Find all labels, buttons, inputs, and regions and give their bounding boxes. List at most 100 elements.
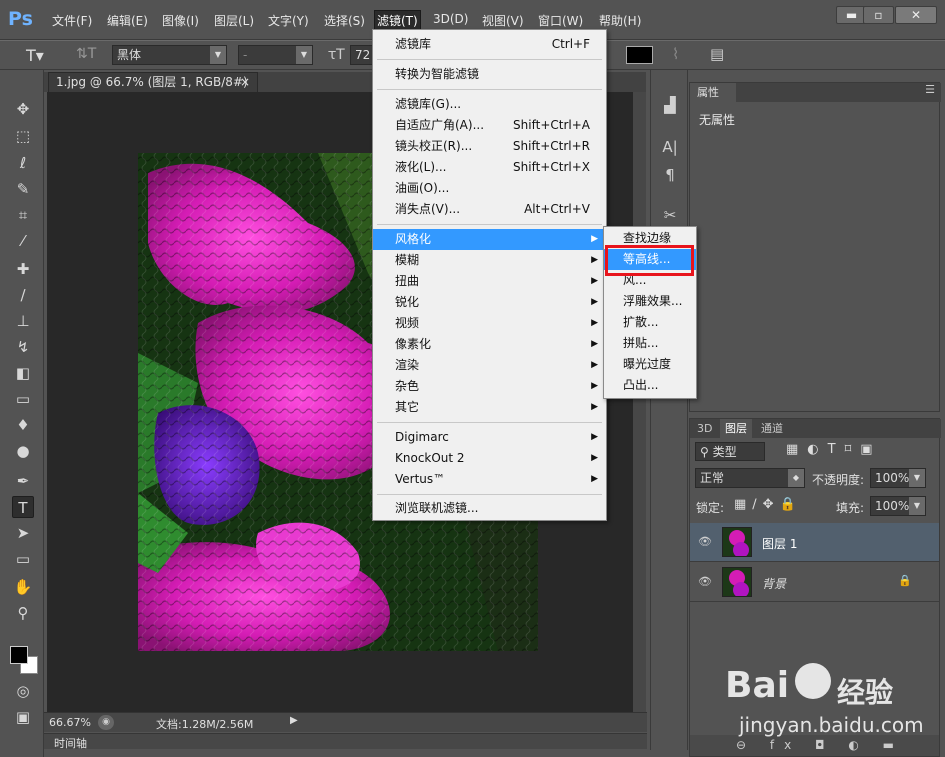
orientation-icon[interactable]: ⇅T — [76, 46, 96, 62]
menu-item-filter-gallery-last[interactable]: 滤镜库 Ctrl+F — [373, 34, 606, 55]
menu-item-vertus[interactable]: Vertus™ ▶ — [373, 469, 606, 490]
panels-toggle-icon[interactable]: ▤ — [710, 45, 724, 63]
visibility-eye-icon[interactable]: 👁 — [698, 575, 712, 589]
screen-mode-icon[interactable]: ▣ — [12, 706, 34, 728]
menu-filter[interactable]: 滤镜(T) — [374, 10, 421, 31]
move-tool-icon[interactable]: ✥ — [12, 98, 34, 120]
blend-mode-select[interactable]: 正常 ◆ — [695, 468, 805, 488]
font-family-select[interactable]: 黑体 ▼ — [112, 45, 227, 65]
tools-preset-icon[interactable]: ✂ — [659, 204, 681, 226]
menu-window[interactable]: 窗口(W) — [538, 12, 583, 29]
quick-mask-icon[interactable]: ◎ — [12, 680, 34, 702]
timeline-panel[interactable]: 时间轴 — [44, 733, 647, 750]
font-size-field[interactable]: 72 — [350, 45, 374, 65]
font-style-select[interactable]: - ▼ — [238, 45, 313, 65]
menu-item-distort[interactable]: 扭曲 ▶ — [373, 271, 606, 292]
menu-item-label: 扭曲 — [395, 274, 420, 288]
menu-view[interactable]: 视图(V) — [482, 12, 524, 29]
restore-button[interactable]: ▫ — [863, 6, 894, 24]
paragraph-icon[interactable]: ¶ — [659, 164, 681, 186]
foreground-color[interactable] — [10, 646, 28, 664]
document-tab[interactable]: 1.jpg @ 66.7% (图层 1, RGB/8#) * × — [48, 72, 258, 107]
menu-item-render[interactable]: 渲染 ▶ — [373, 355, 606, 376]
tab-3d[interactable]: 3D — [692, 419, 717, 438]
status-info-icon[interactable]: ◉ — [98, 715, 114, 730]
shape-tool-icon[interactable]: ▭ — [12, 548, 34, 570]
menu-edit[interactable]: 编辑(E) — [107, 12, 148, 29]
menu-item-liquify[interactable]: 液化(L)... Shift+Ctrl+X — [373, 157, 606, 178]
menu-select[interactable]: 选择(S) — [324, 12, 365, 29]
menu-3d[interactable]: 3D(D) — [433, 12, 468, 26]
hand-tool-icon[interactable]: ✋ — [12, 576, 34, 598]
history-brush-icon[interactable]: ↯ — [12, 336, 34, 358]
character-icon[interactable]: A| — [659, 136, 681, 158]
submenu-item-emboss[interactable]: 浮雕效果... — [604, 291, 696, 312]
properties-tab[interactable]: 属性 — [690, 83, 736, 102]
zoom-level[interactable]: 66.67% — [49, 716, 91, 729]
zoom-tool-icon[interactable]: ⚲ — [12, 602, 34, 624]
warp-text-icon[interactable]: ⌇ — [672, 45, 679, 63]
text-tool-icon[interactable]: T — [12, 496, 34, 518]
lock-icons[interactable]: ▦∕✥🔒 — [734, 497, 802, 512]
menu-item-blur[interactable]: 模糊 ▶ — [373, 250, 606, 271]
stamp-tool-icon[interactable]: ⊥ — [12, 310, 34, 332]
brush-tool-icon[interactable]: ∕ — [12, 284, 34, 306]
menu-image[interactable]: 图像(I) — [162, 12, 199, 29]
pen-tool-icon[interactable]: ✒ — [12, 470, 34, 492]
crop-tool-icon[interactable]: ⌗ — [12, 204, 34, 226]
dodge-tool-icon[interactable]: ● — [12, 440, 34, 462]
menu-type[interactable]: 文字(Y) — [268, 12, 309, 29]
menu-help[interactable]: 帮助(H) — [599, 12, 641, 29]
lasso-tool-icon[interactable]: ℓ — [12, 152, 34, 174]
tab-close-icon[interactable]: × — [240, 73, 250, 91]
tab-layers[interactable]: 图层 — [720, 419, 752, 438]
submenu-item-diffuse[interactable]: 扩散... — [604, 312, 696, 333]
visibility-eye-icon[interactable]: 👁 — [698, 535, 712, 549]
marquee-tool-icon[interactable]: ⬚ — [12, 125, 34, 147]
submenu-item-extrude[interactable]: 凸出... — [604, 375, 696, 396]
blur-tool-icon[interactable]: ♦ — [12, 414, 34, 436]
menu-item-convert-smart[interactable]: 转换为智能滤镜 — [373, 64, 606, 85]
layer-row-2[interactable]: 👁 背景 🔒 — [690, 563, 939, 602]
status-arrow-icon[interactable]: ▶ — [290, 715, 302, 730]
menu-item-filter-gallery[interactable]: 滤镜库(G)... — [373, 94, 606, 115]
gradient-tool-icon[interactable]: ▭ — [12, 388, 34, 410]
ps-logo: Ps — [8, 8, 33, 30]
layer-filter-icons[interactable]: ▦◐T⌑▣ — [786, 442, 882, 457]
quick-select-icon[interactable]: ✎ — [12, 178, 34, 200]
panel-menu-icon[interactable]: ☰ — [925, 83, 935, 96]
tools-panel: ✥ ⬚ ℓ ✎ ⌗ ⁄ ✚ ∕ ⊥ ↯ ◧ ▭ ♦ ● ✒ T ➤ ▭ ✋ ⚲ … — [0, 70, 44, 757]
opacity-field[interactable]: 100% ▼ — [870, 468, 926, 488]
path-select-icon[interactable]: ➤ — [12, 522, 34, 544]
layer-filter-select[interactable]: ⚲ 类型 — [695, 442, 765, 461]
baidu-watermark: Bai 经验 jingyan.baidu.com — [725, 655, 930, 745]
layer-row-1[interactable]: 👁 图层 1 — [690, 523, 939, 562]
close-button[interactable]: ✕ — [895, 6, 937, 24]
eyedropper-icon[interactable]: ⁄ — [12, 230, 34, 252]
history-icon[interactable]: ▟ — [659, 94, 681, 116]
submenu-item-tiles[interactable]: 拼贴... — [604, 333, 696, 354]
submenu-item-solarize[interactable]: 曝光过度 — [604, 354, 696, 375]
fill-field[interactable]: 100% ▼ — [870, 496, 926, 516]
menu-item-video[interactable]: 视频 ▶ — [373, 313, 606, 334]
menu-item-browse-online[interactable]: 浏览联机滤镜... — [373, 498, 606, 519]
menu-item-adaptive-wide[interactable]: 自适应广角(A)... Shift+Ctrl+A — [373, 115, 606, 136]
menu-item-lens-correction[interactable]: 镜头校正(R)... Shift+Ctrl+R — [373, 136, 606, 157]
menu-item-other[interactable]: 其它 ▶ — [373, 397, 606, 418]
tab-channels[interactable]: 通道 — [756, 419, 788, 438]
menu-item-noise[interactable]: 杂色 ▶ — [373, 376, 606, 397]
menu-item-knockout[interactable]: KnockOut 2 ▶ — [373, 448, 606, 469]
menu-layer[interactable]: 图层(L) — [214, 12, 254, 29]
healing-brush-icon[interactable]: ✚ — [12, 258, 34, 280]
menu-item-sharpen[interactable]: 锐化 ▶ — [373, 292, 606, 313]
menu-item-pixelate[interactable]: 像素化 ▶ — [373, 334, 606, 355]
menu-item-oil-paint[interactable]: 油画(O)... — [373, 178, 606, 199]
type-tool-icon[interactable]: T▾ — [26, 46, 44, 65]
eraser-tool-icon[interactable]: ◧ — [12, 362, 34, 384]
menu-item-vanishing-point[interactable]: 消失点(V)... Alt+Ctrl+V — [373, 199, 606, 220]
text-color-swatch[interactable] — [626, 46, 653, 64]
menu-file[interactable]: 文件(F) — [52, 12, 92, 29]
vertical-scrollbar[interactable] — [633, 92, 646, 712]
menu-item-digimarc[interactable]: Digimarc ▶ — [373, 427, 606, 448]
menu-item-stylize[interactable]: 风格化 ▶ — [373, 229, 606, 250]
